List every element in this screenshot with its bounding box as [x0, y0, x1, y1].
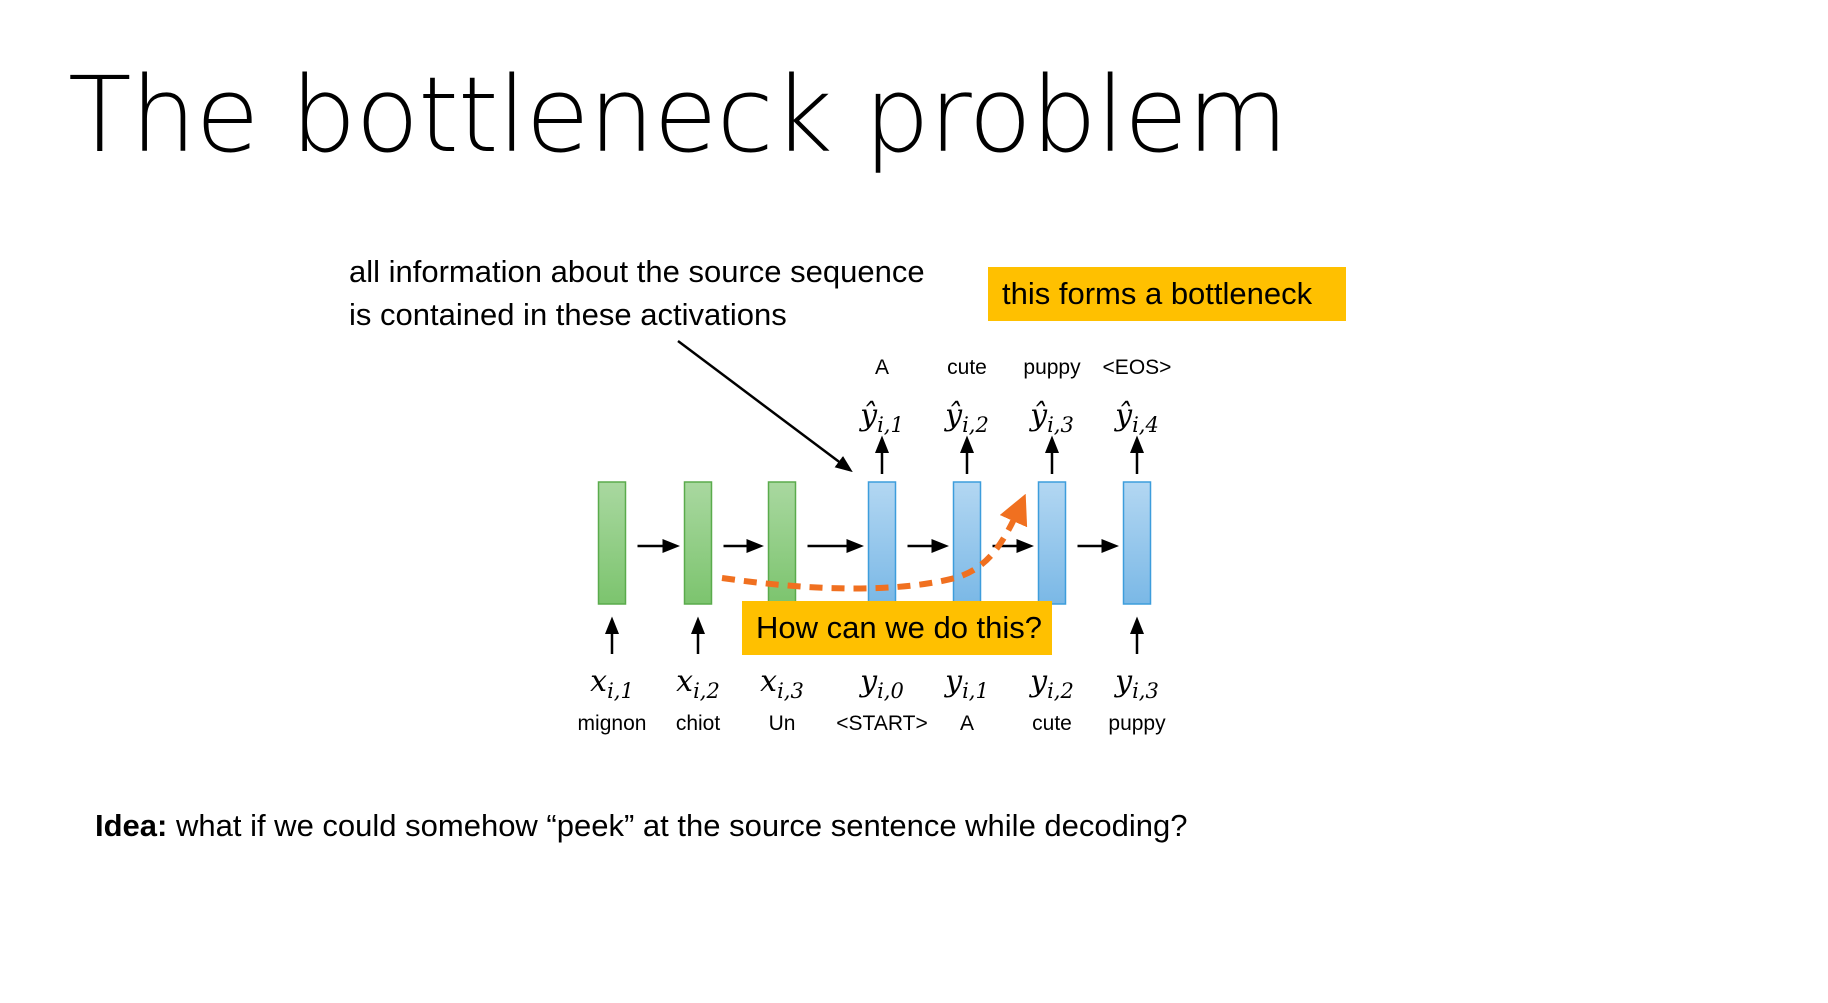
decoder-cell-4	[1122, 481, 1152, 605]
output-variable: ŷi,1	[858, 398, 904, 437]
annotation-pointer-arrow	[677, 340, 853, 473]
input-variable: yi,3	[1113, 664, 1159, 703]
input-variable: yi,1	[943, 664, 989, 703]
idea-prefix: Idea:	[95, 808, 168, 843]
output-word: cute	[947, 356, 987, 379]
output-variable: ŷi,2	[943, 398, 989, 437]
output-word: A	[875, 356, 889, 379]
input-word: A	[960, 712, 974, 735]
encoder-cell-1	[597, 481, 627, 605]
input-variable: yi,0	[858, 664, 904, 703]
input-word: puppy	[1108, 712, 1166, 735]
input-word: cute	[1032, 712, 1072, 735]
idea-text: Idea: what if we could somehow “peek” at…	[95, 808, 1188, 844]
input-word: Un	[769, 712, 796, 735]
encoder-cell-2	[683, 481, 713, 605]
rnn-cells	[597, 481, 1152, 605]
input-variable: yi,2	[1028, 664, 1074, 703]
seq2seq-diagram: xi,1 mignon xi,2 chiot xi,3 Un yi,0 <START> ŷi,1…	[578, 340, 1172, 735]
question-label: How can we do this?	[742, 601, 1052, 655]
output-variable: ŷi,3	[1028, 398, 1074, 437]
decoder-cell-3	[1037, 481, 1067, 605]
input-variable: xi,2	[676, 664, 720, 703]
output-word: <EOS>	[1103, 356, 1172, 379]
input-variable: xi,1	[590, 664, 634, 703]
output-variable: ŷi,4	[1113, 398, 1159, 437]
decoder-cell-2	[952, 481, 982, 605]
input-word: <START>	[836, 712, 927, 735]
input-variable: xi,3	[760, 664, 804, 703]
idea-body: what if we could somehow “peek” at the s…	[167, 808, 1188, 843]
input-word: chiot	[676, 712, 721, 735]
output-word: puppy	[1023, 356, 1081, 379]
input-word: mignon	[578, 712, 647, 735]
